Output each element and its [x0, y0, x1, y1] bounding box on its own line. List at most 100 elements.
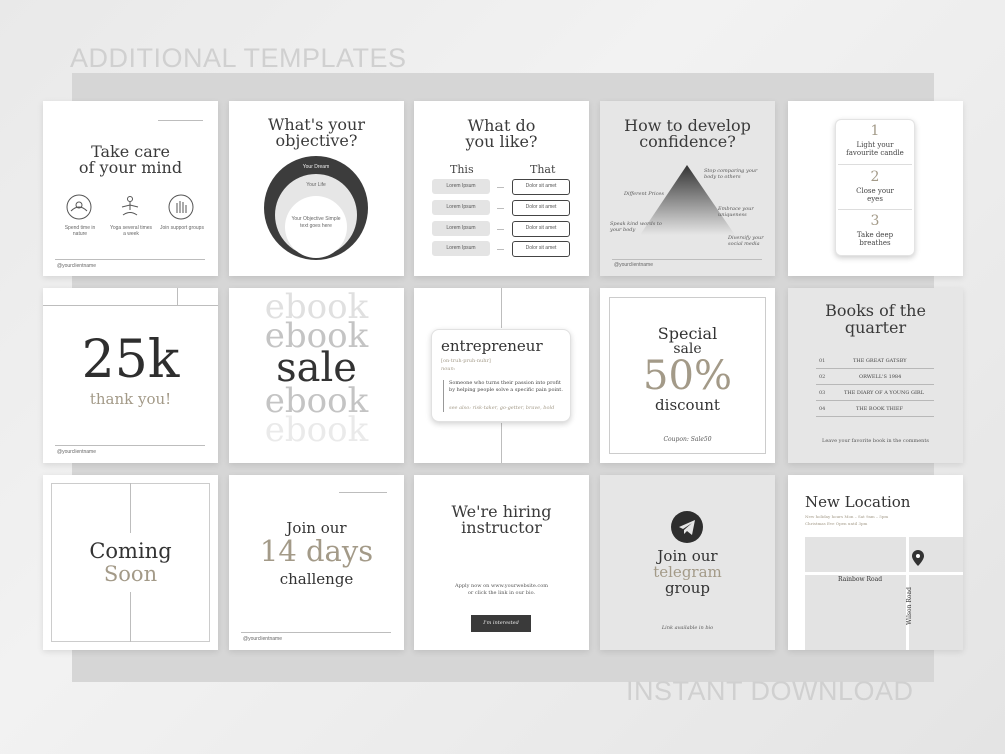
card-title-line2: confidence?: [639, 132, 736, 151]
divider: [612, 259, 762, 260]
item-label-2: Yoga several times a week: [109, 225, 153, 237]
books-footer: Leave your favorite book in the comments: [822, 438, 929, 444]
quote-bar: [443, 380, 444, 412]
card-title-line2: objective?: [275, 131, 358, 150]
connector: [497, 187, 504, 188]
divider: [241, 632, 391, 633]
template-confidence[interactable]: How to develop confidence? Stop comparin…: [600, 101, 775, 276]
card-title-line2: you like?: [465, 132, 538, 151]
right-item: Dolor sit amet: [512, 241, 570, 257]
book-title: THE DIARY OF A YOUNG GIRL: [844, 390, 925, 396]
col-right-header: That: [530, 163, 556, 176]
left-item: Lorem Ipsum: [432, 221, 490, 236]
template-new-location[interactable]: New Location New holiday hours Mon – Sat…: [788, 475, 963, 650]
card-title-line2: instructor: [461, 518, 542, 537]
book-title: THE GREAT GATSBY: [853, 358, 907, 364]
see-also: see also: risk-taker, go-getter, brave, …: [449, 405, 555, 411]
line2: 14 days: [259, 534, 374, 568]
road-horizontal: [805, 572, 963, 575]
step-text: Take deep breathes: [856, 231, 894, 247]
divider: [130, 592, 131, 642]
ring-label-life: Your Life: [306, 182, 326, 188]
divider: [158, 120, 203, 121]
phonetic: [on·truh·pruh·nuhr]: [441, 358, 491, 364]
divider: [55, 259, 205, 260]
template-25k[interactable]: 25k thank you! @yourclientname: [43, 288, 218, 463]
book-num: 04: [819, 406, 826, 412]
step-number: 1: [870, 123, 880, 139]
definition-title: entrepreneur: [441, 337, 543, 355]
book-num: 01: [819, 358, 826, 364]
subtitle: thank you!: [89, 390, 172, 408]
template-steps[interactable]: 1 Light your favourite candle 2 Close yo…: [788, 101, 963, 276]
left-item: Lorem Ipsum: [432, 241, 490, 256]
item-label-1: Spend time in nature: [64, 225, 96, 237]
connector: [497, 249, 504, 250]
discount-percent: 50%: [643, 353, 732, 399]
template-hiring[interactable]: We're hiring instructor Apply now on www…: [414, 475, 589, 650]
right-item: Dolor sit amet: [512, 200, 570, 216]
interested-button[interactable]: I'm interested: [471, 615, 531, 632]
coupon: Coupon: Sale50: [663, 436, 712, 443]
card-title-line2: quarter: [844, 318, 907, 337]
item-label-3: Join support groups: [160, 225, 204, 231]
step-number: 3: [870, 213, 880, 229]
pyramid-label: Stop comparing your body to others: [704, 168, 758, 180]
template-take-care[interactable]: Take care of your mind Spend time in nat…: [43, 101, 218, 276]
col-left-header: This: [450, 163, 474, 176]
pyramid-label: Diversify your social media: [728, 235, 764, 247]
divider: [816, 416, 934, 417]
template-challenge[interactable]: Join our 14 days challenge @yourclientna…: [229, 475, 404, 650]
body-text: Apply now on www.yourwebsite.com or clic…: [455, 583, 548, 596]
line1: Coming: [89, 539, 172, 563]
template-definition[interactable]: entrepreneur [on·truh·pruh·nuhr] noun: S…: [414, 288, 589, 463]
sun-icon: [65, 193, 93, 225]
line2: Soon: [103, 562, 158, 586]
template-ebook-sale[interactable]: ebook ebook sale ebook ebook: [229, 288, 404, 463]
template-telegram[interactable]: Join our telegram group Link available i…: [600, 475, 775, 650]
handle: @yourclientname: [57, 449, 96, 455]
hand-icon: [167, 193, 195, 225]
line3: challenge: [279, 570, 354, 588]
template-coming-soon[interactable]: Coming Soon: [43, 475, 218, 650]
connector: [497, 229, 504, 230]
step-text: Close your eyes: [856, 187, 894, 203]
road-label-vertical: Wilson Road: [906, 587, 913, 625]
line3: discount: [655, 396, 720, 414]
template-objective[interactable]: What's your objective? Your Dream Your L…: [229, 101, 404, 276]
divider: [501, 288, 502, 328]
map-pin-icon: [912, 550, 924, 570]
definition-text: Someone who turns their passion into pro…: [449, 380, 563, 393]
divider: [816, 384, 934, 385]
divider: [177, 288, 178, 305]
right-item: Dolor sit amet: [512, 179, 570, 195]
connector: [497, 208, 504, 209]
hours-line1: New holiday hours Mon – Sat 9am – 5pm: [805, 514, 889, 519]
part-of-speech: noun:: [441, 366, 456, 372]
book-title: THE BOOK THIEF: [856, 406, 904, 412]
ring-label-dream: Your Dream: [302, 164, 330, 170]
ebook-word: ebook: [264, 410, 369, 450]
divider: [43, 305, 218, 306]
card-title-line2: of your mind: [78, 158, 183, 177]
divider: [501, 423, 502, 463]
book-num: 02: [819, 374, 826, 380]
yoga-icon: [116, 193, 144, 225]
header-title: ADDITIONAL TEMPLATES: [70, 43, 407, 73]
line3: group: [664, 579, 711, 597]
road-label-horizontal: Rainbow Road: [838, 576, 883, 583]
handle: @yourclientname: [243, 636, 282, 642]
divider: [130, 483, 131, 533]
template-this-that[interactable]: What do you like? This That Lorem Ipsum …: [414, 101, 589, 276]
pyramid-label: Embrace your uniqueness: [718, 206, 754, 218]
map-area[interactable]: [805, 537, 963, 650]
left-item: Lorem Ipsum: [432, 179, 490, 194]
handle: @yourclientname: [57, 263, 96, 269]
divider: [838, 164, 912, 165]
template-special-sale[interactable]: Special sale 50% discount Coupon: Sale50: [600, 288, 775, 463]
divider: [55, 445, 205, 446]
template-books[interactable]: Books of the quarter 01 THE GREAT GATSBY…: [788, 288, 963, 463]
left-item: Lorem Ipsum: [432, 200, 490, 215]
pyramid-label: Different Prices: [624, 191, 664, 197]
location-title: New Location: [805, 493, 911, 511]
